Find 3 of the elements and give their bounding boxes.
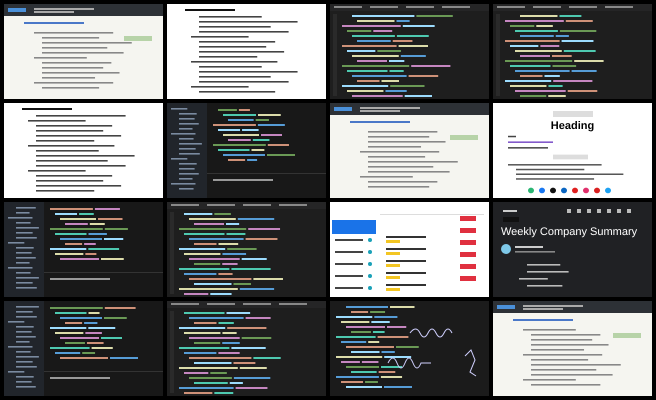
image-placeholder-icon (552, 111, 592, 117)
mail-subject: Weekly Company Summary (501, 226, 638, 240)
heading-text: Heading (550, 121, 594, 132)
